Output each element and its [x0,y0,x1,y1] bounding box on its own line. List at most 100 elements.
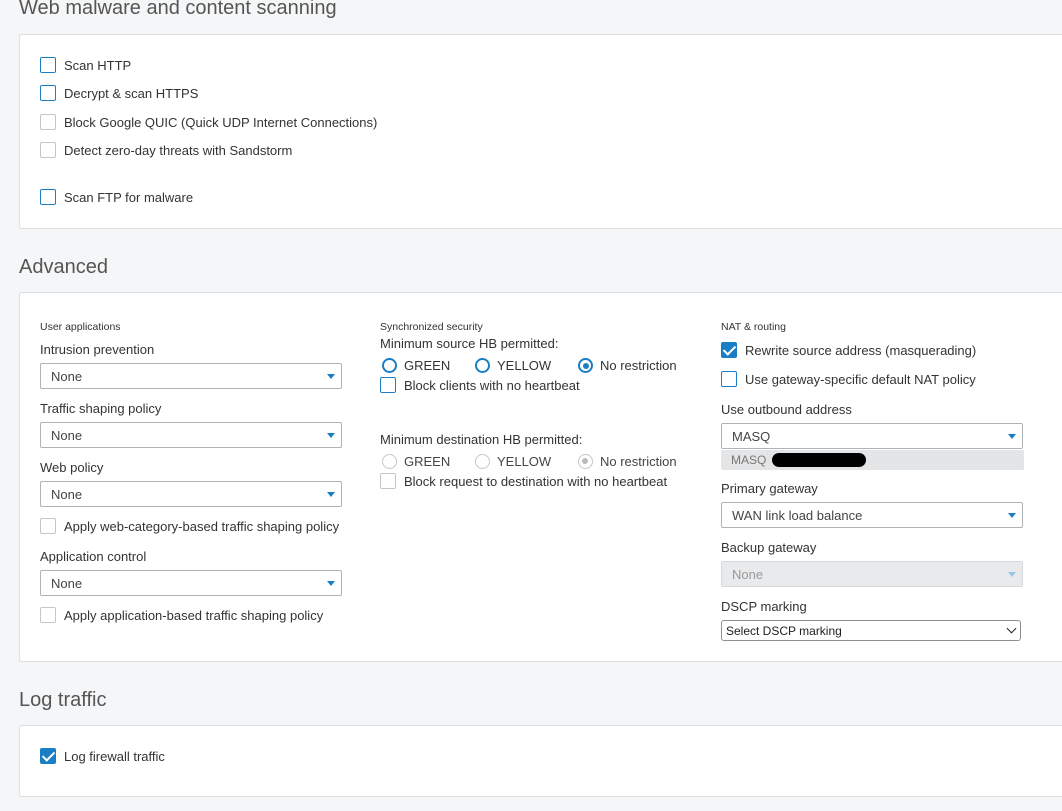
web-policy-label: Web policy [40,460,104,475]
intrusion-prevention-value: None [51,368,83,384]
primary-gateway-label: Primary gateway [721,481,818,496]
block-clients-checkbox[interactable] [380,377,396,393]
dest-no-restriction-label: No restriction [600,454,677,469]
advanced-panel: User applications Intrusion prevention N… [19,292,1062,662]
source-no-restriction-radio[interactable]: No restriction [578,358,677,373]
traffic-shaping-value: None [51,427,83,443]
dest-yellow-radio: YELLOW [475,454,551,469]
web-policy-select[interactable]: None [40,481,342,507]
source-yellow-label: YELLOW [497,358,552,373]
log-firewall-option[interactable]: Log firewall traffic [40,748,165,764]
block-quic-label: Block Google QUIC (Quick UDP Internet Co… [64,114,378,130]
log-traffic-panel: Log firewall traffic [19,725,1062,797]
dest-no-restriction-radio: No restriction [578,454,677,469]
nat-routing-heading: NAT & routing [721,321,786,333]
min-source-hb-label: Minimum source HB permitted: [380,336,559,351]
primary-gateway-value: WAN link load balance [732,507,863,523]
scan-https-option[interactable]: Decrypt & scan HTTPS [40,85,198,101]
web-category-shaping-label: Apply web-category-based traffic shaping… [64,518,340,534]
section-title-advanced: Advanced [19,256,108,278]
application-control-select[interactable]: None [40,570,342,596]
gateway-nat-option[interactable]: Use gateway-specific default NAT policy [721,371,976,387]
source-green-radio-button[interactable] [382,358,397,373]
scan-http-label: Scan HTTP [64,57,132,73]
gateway-nat-label: Use gateway-specific default NAT policy [745,371,976,387]
scan-http-option[interactable]: Scan HTTP [40,57,131,73]
dscp-marking-select[interactable]: Select DSCP marking [721,620,1021,641]
log-firewall-label: Log firewall traffic [64,748,165,764]
source-green-radio[interactable]: GREEN [382,358,450,373]
application-control-value: None [51,575,83,591]
source-yellow-radio-button[interactable] [475,358,490,373]
chevron-down-icon [1006,623,1017,634]
section-title-web-scanning: Web malware and content scanning [19,0,337,19]
caret-down-icon [1008,434,1016,439]
traffic-shaping-select[interactable]: None [40,422,342,448]
scan-https-label: Decrypt & scan HTTPS [64,85,199,101]
web-category-shaping-option: Apply web-category-based traffic shaping… [40,518,339,534]
rewrite-source-label: Rewrite source address (masquerading) [745,342,977,358]
block-quic-option: Block Google QUIC (Quick UDP Internet Co… [40,114,377,130]
rewrite-source-checkbox[interactable] [721,342,737,358]
outbound-address-label: Use outbound address [721,402,852,417]
application-control-label: Application control [40,549,147,564]
outbound-address-value: MASQ [732,428,771,444]
primary-gateway-select[interactable]: WAN link load balance [721,502,1023,528]
caret-down-icon [1008,513,1016,518]
scan-http-checkbox[interactable] [40,57,56,73]
dest-green-label: GREEN [404,454,451,469]
dest-green-radio: GREEN [382,454,450,469]
sandstorm-checkbox [40,142,56,158]
scan-https-checkbox[interactable] [40,85,56,101]
caret-down-icon [327,581,335,586]
block-clients-label: Block clients with no heartbeat [404,377,580,393]
backup-gateway-value: None [732,566,764,582]
gateway-nat-checkbox[interactable] [721,371,737,387]
app-based-shaping-label: Apply application-based traffic shaping … [64,607,324,623]
traffic-shaping-label: Traffic shaping policy [40,401,162,416]
block-dest-checkbox [380,473,396,489]
source-yellow-radio[interactable]: YELLOW [475,358,551,373]
backup-gateway-label: Backup gateway [721,540,817,555]
dest-yellow-radio-button [475,454,490,469]
web-category-shaping-checkbox [40,518,56,534]
sandstorm-label: Detect zero-day threats with Sandstorm [64,142,293,158]
block-dest-label: Block request to destination with no hea… [404,473,668,489]
dscp-marking-value: Select DSCP marking [726,623,842,638]
backup-gateway-select: None [721,561,1023,587]
user-applications-heading: User applications [40,321,121,333]
scan-ftp-checkbox[interactable] [40,189,56,205]
source-no-restriction-radio-button[interactable] [578,358,593,373]
web-policy-value: None [51,486,83,502]
outbound-address-chip: MASQ [721,450,1024,470]
synchronized-security-heading: Synchronized security [380,321,483,333]
log-firewall-checkbox[interactable] [40,748,56,764]
block-dest-option: Block request to destination with no hea… [380,473,667,489]
caret-down-icon [327,433,335,438]
dest-no-restriction-radio-button [578,454,593,469]
dest-yellow-label: YELLOW [497,454,552,469]
dscp-marking-label: DSCP marking [721,599,807,614]
caret-down-icon [327,374,335,379]
block-clients-option[interactable]: Block clients with no heartbeat [380,377,580,393]
sandstorm-option: Detect zero-day threats with Sandstorm [40,142,292,158]
scan-ftp-label: Scan FTP for malware [64,189,194,205]
web-scanning-panel: Scan HTTP Decrypt & scan HTTPS Block Goo… [19,34,1062,229]
outbound-chip-label: MASQ [731,453,767,467]
block-quic-checkbox [40,114,56,130]
caret-down-icon [327,492,335,497]
outbound-address-select[interactable]: MASQ [721,423,1023,449]
section-title-log-traffic: Log traffic [19,689,107,711]
min-dest-hb-label: Minimum destination HB permitted: [380,432,583,447]
intrusion-prevention-select[interactable]: None [40,363,342,389]
redacted-address [772,453,867,467]
source-green-label: GREEN [404,358,451,373]
dest-green-radio-button [382,454,397,469]
rewrite-source-option[interactable]: Rewrite source address (masquerading) [721,342,976,358]
app-based-shaping-checkbox [40,607,56,623]
scan-ftp-option[interactable]: Scan FTP for malware [40,189,193,205]
caret-down-icon [1008,572,1016,577]
intrusion-prevention-label: Intrusion prevention [40,342,155,357]
app-based-shaping-option: Apply application-based traffic shaping … [40,607,323,623]
source-no-restriction-label: No restriction [600,358,677,373]
